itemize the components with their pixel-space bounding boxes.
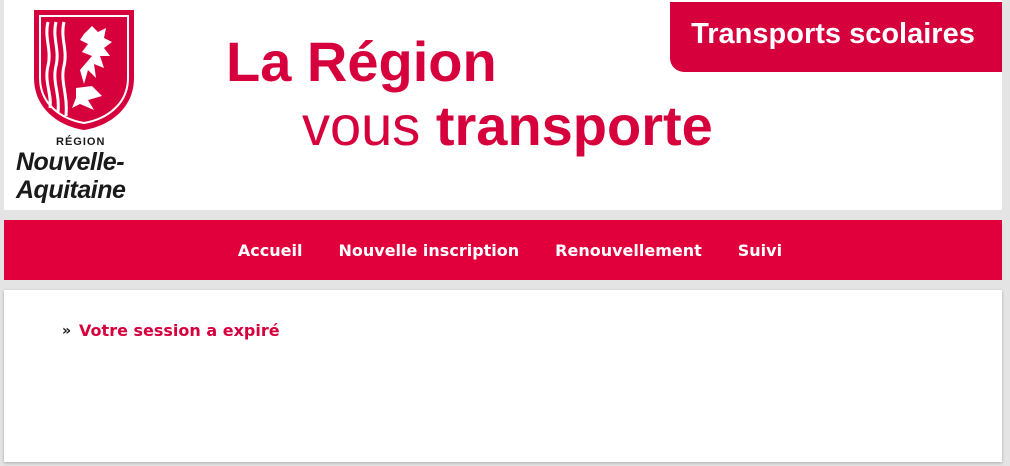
region-logo[interactable]: RÉGION Nouvelle- Aquitaine [14, 8, 164, 204]
session-expired-message: » Votre session a expiré [62, 322, 280, 340]
slogan-line2: vous transporte [302, 94, 713, 158]
message-text: Votre session a expiré [79, 321, 280, 340]
main-nav: Accueil Nouvelle inscription Renouvellem… [4, 220, 1002, 280]
slogan-line2-bold: transporte [435, 94, 713, 157]
site-header: RÉGION Nouvelle- Aquitaine La Région vou… [4, 0, 1002, 210]
slogan-line1: La Région [226, 30, 497, 93]
logo-name-line1: Nouvelle- [16, 148, 125, 176]
lion-shield-icon [34, 10, 134, 130]
nav-item-suivi[interactable]: Suivi [738, 241, 782, 260]
logo-name-line2: Aquitaine [16, 176, 126, 204]
double-chevron-right-icon: » [62, 323, 71, 339]
nav-item-renouvellement[interactable]: Renouvellement [555, 241, 702, 260]
transports-scolaires-badge: Transports scolaires [670, 2, 1002, 72]
page: RÉGION Nouvelle- Aquitaine La Région vou… [4, 0, 1002, 466]
nav-item-accueil[interactable]: Accueil [238, 241, 303, 260]
logo-region-label: RÉGION [56, 136, 106, 148]
main-content: » Votre session a expiré [4, 290, 1002, 462]
nav-item-nouvelle-inscription[interactable]: Nouvelle inscription [338, 241, 519, 260]
slogan-line2-plain: vous [302, 94, 436, 157]
